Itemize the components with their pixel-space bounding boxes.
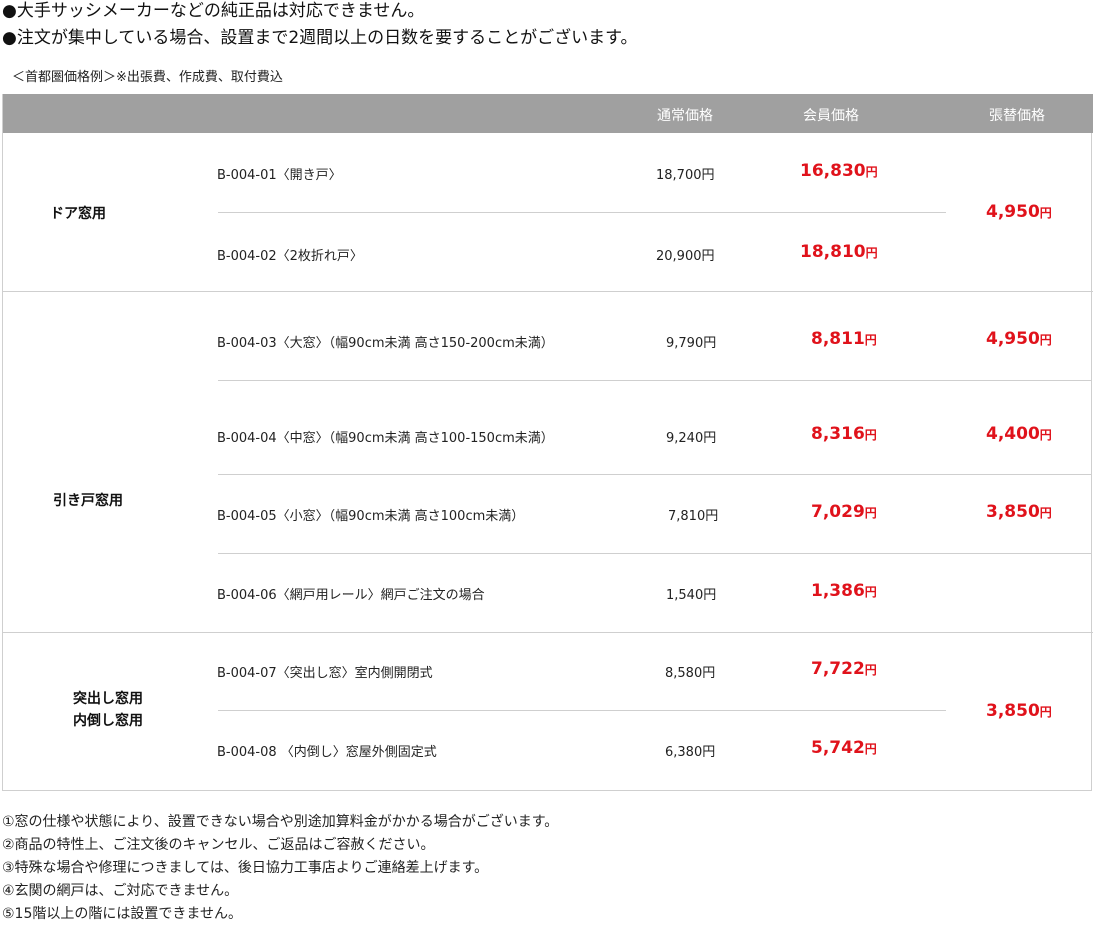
row-name: B-004-07〈突出し窓〉室内側開閉式 (217, 666, 433, 681)
row-member-price: 7,029円 (811, 502, 877, 522)
row-name: B-004-08 〈内倒し〉窓屋外側固定式 (217, 745, 437, 760)
row-divider (218, 380, 1091, 381)
row-member-price: 16,830円 (800, 161, 878, 181)
replace-price-medium-window: 4,400円 (986, 424, 1052, 444)
row-regular-price: 9,240円 (666, 431, 717, 446)
note-item: ③特殊な場合や修理につきましては、後日協力工事店よりご連絡差上げます。 (2, 860, 489, 876)
replace-price-projecting: 3,850円 (986, 701, 1052, 721)
group-label-door: ドア窓用 (50, 206, 106, 222)
row-name: B-004-02〈2枚折れ戸〉 (217, 249, 363, 264)
group-label-projecting: 突出し窓用 内倒し窓用 (53, 688, 163, 732)
group-label-sliding: 引き戸窓用 (53, 493, 123, 509)
row-regular-price: 8,580円 (665, 666, 716, 681)
row-member-price: 8,811円 (811, 329, 877, 349)
table-header: 通常価格 会員価格 張替価格 (3, 94, 1093, 133)
row-regular-price: 6,380円 (665, 745, 716, 760)
row-regular-price: 18,700円 (656, 168, 715, 183)
notice-genuine-products: ●大手サッシメーカーなどの純正品は対応できません。 (2, 1, 425, 21)
row-member-price: 18,810円 (800, 242, 878, 262)
row-member-price: 8,316円 (811, 424, 877, 444)
row-regular-price: 1,540円 (666, 588, 717, 603)
row-member-price: 7,722円 (811, 659, 877, 679)
group-label-projecting-line1: 突出し窓用 (73, 691, 143, 707)
row-name: B-004-05〈小窓〉（幅90cm未満 高さ100cm未満） (217, 509, 525, 524)
price-table: 通常価格 会員価格 張替価格 ドア窓用 B-004-01〈開き戸〉 18,700… (2, 94, 1093, 791)
note-item: ①窓の仕様や状態により、設置できない場合や別途加算料金がかかる場合がございます。 (2, 814, 559, 830)
replace-price-small-window: 3,850円 (986, 502, 1052, 522)
row-regular-price: 20,900円 (656, 249, 715, 264)
header-replace-price: 張替価格 (989, 108, 1045, 124)
row-regular-price: 7,810円 (668, 509, 719, 524)
price-example-subtitle: ＜首都圏価格例＞※出張費、作成費、取付費込 (12, 70, 283, 85)
row-name: B-004-03〈大窓〉（幅90cm未満 高さ150-200cm未満） (217, 336, 554, 351)
replace-price-door: 4,950円 (986, 202, 1052, 222)
row-regular-price: 9,790円 (666, 336, 717, 351)
row-divider (218, 474, 1091, 475)
row-name: B-004-06〈網戸用レール〉網戸ご注文の場合 (217, 588, 485, 603)
header-member-price: 会員価格 (803, 108, 859, 124)
replace-price-large-window: 4,950円 (986, 329, 1052, 349)
row-member-price: 5,742円 (811, 738, 877, 758)
row-divider (218, 553, 1091, 554)
row-name: B-004-01〈開き戸〉 (217, 168, 342, 183)
row-member-price: 1,386円 (811, 581, 877, 601)
group-divider (3, 632, 1093, 633)
row-name: B-004-04〈中窓〉（幅90cm未満 高さ100-150cm未満） (217, 431, 554, 446)
header-regular-price: 通常価格 (657, 108, 713, 124)
row-divider (218, 710, 946, 711)
group-divider (3, 291, 1093, 292)
note-item: ②商品の特性上、ご注文後のキャンセル、ご返品はご容赦ください。 (2, 837, 435, 853)
notice-lead-time: ●注文が集中している場合、設置まで2週間以上の日数を要することがございます。 (2, 28, 638, 48)
row-divider (218, 212, 946, 213)
group-label-projecting-line2: 内倒し窓用 (73, 713, 143, 729)
note-item: ④玄関の網戸は、ご対応できません。 (2, 883, 239, 899)
note-item: ⑤15階以上の階には設置できません。 (2, 906, 242, 922)
